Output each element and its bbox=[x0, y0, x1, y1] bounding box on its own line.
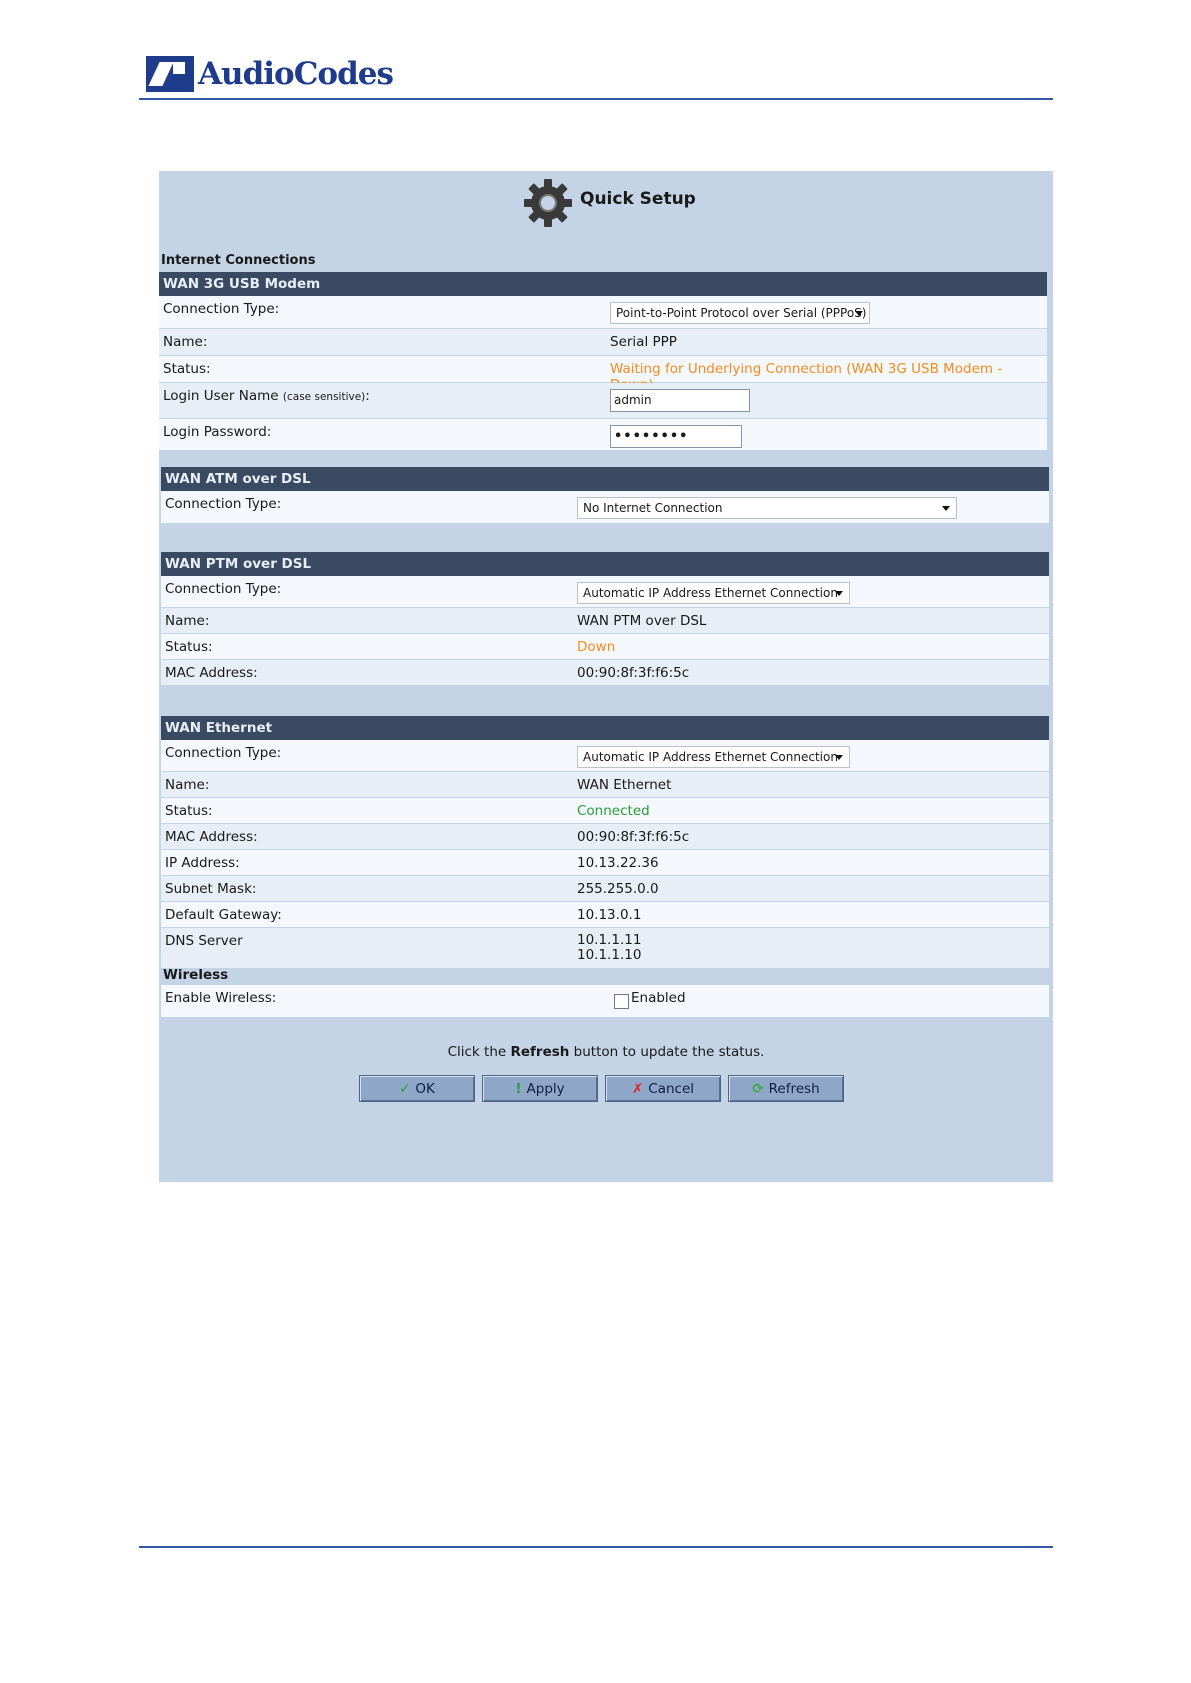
ip-value: 10.13.22.36 bbox=[577, 855, 659, 871]
name-label: Name: bbox=[163, 334, 208, 350]
login-password-label: Login Password: bbox=[163, 424, 272, 440]
status-label: Status: bbox=[163, 361, 211, 377]
chevron-down-icon bbox=[835, 591, 843, 596]
wan-ethernet-section: WAN Ethernet Connection Type: Automatic … bbox=[161, 716, 1049, 969]
name-label: Name: bbox=[165, 613, 210, 629]
wan-atm-section: WAN ATM over DSL Connection Type: No Int… bbox=[161, 467, 1049, 524]
page-title: Quick Setup bbox=[580, 189, 696, 209]
dns-label: DNS Server bbox=[165, 933, 243, 949]
connection-type-row: Connection Type: Point-to-Point Protocol… bbox=[159, 296, 1047, 329]
footer-rule bbox=[139, 1546, 1053, 1548]
section-title: WAN ATM over DSL bbox=[161, 467, 1049, 491]
subnet-label: Subnet Mask: bbox=[165, 881, 257, 897]
audiocodes-logo-mark bbox=[146, 56, 194, 92]
enable-wireless-label: Enable Wireless: bbox=[165, 990, 277, 1006]
name-row: Name: WAN PTM over DSL bbox=[161, 608, 1049, 634]
wireless-heading: Wireless bbox=[163, 967, 229, 983]
header-rule bbox=[139, 98, 1053, 100]
login-user-row: Login User Name (case sensitive): admin bbox=[159, 383, 1047, 419]
enable-wireless-checkbox[interactable] bbox=[614, 994, 629, 1009]
status-row: Status: Down bbox=[161, 634, 1049, 660]
status-row: Status: Waiting for Underlying Connectio… bbox=[159, 356, 1047, 393]
ok-button[interactable]: ✓ OK bbox=[359, 1075, 475, 1102]
name-label: Name: bbox=[165, 777, 210, 793]
exclamation-icon: ! bbox=[515, 1080, 522, 1097]
chevron-down-icon bbox=[855, 311, 863, 316]
cross-icon: ✗ bbox=[631, 1080, 644, 1097]
connection-type-row: Connection Type: Automatic IP Address Et… bbox=[161, 576, 1049, 608]
section-title: WAN PTM over DSL bbox=[161, 552, 1049, 576]
section-title: WAN Ethernet bbox=[161, 716, 1049, 740]
name-value: WAN Ethernet bbox=[577, 777, 672, 793]
connection-type-select[interactable]: Point-to-Point Protocol over Serial (PPP… bbox=[610, 302, 870, 324]
connection-type-row: Connection Type: No Internet Connection bbox=[161, 491, 1049, 524]
login-user-label: Login User Name (case sensitive): bbox=[163, 388, 370, 404]
ip-row: IP Address: 10.13.22.36 bbox=[161, 850, 1049, 876]
apply-button[interactable]: ! Apply bbox=[482, 1075, 598, 1102]
connection-type-label: Connection Type: bbox=[165, 745, 282, 761]
quick-setup-panel: Quick Setup Internet Connections WAN 3G … bbox=[159, 171, 1053, 1182]
connection-type-label: Connection Type: bbox=[165, 496, 282, 512]
connection-type-label: Connection Type: bbox=[163, 301, 280, 317]
mac-row: MAC Address: 00:90:8f:3f:f6:5c bbox=[161, 824, 1049, 850]
gateway-row: Default Gateway: 10.13.0.1 bbox=[161, 902, 1049, 928]
chevron-down-icon bbox=[835, 755, 843, 760]
gateway-value: 10.13.0.1 bbox=[577, 907, 642, 923]
status-row: Status: Connected bbox=[161, 798, 1049, 824]
subnet-value: 255.255.0.0 bbox=[577, 881, 659, 897]
name-value: Serial PPP bbox=[610, 334, 677, 350]
cancel-button[interactable]: ✗ Cancel bbox=[605, 1075, 721, 1102]
connection-type-row: Connection Type: Automatic IP Address Et… bbox=[161, 740, 1049, 772]
connection-type-select[interactable]: No Internet Connection bbox=[577, 497, 957, 519]
login-password-input[interactable]: •••••••• bbox=[610, 425, 742, 448]
mac-value: 00:90:8f:3f:f6:5c bbox=[577, 665, 690, 681]
wan-ptm-section: WAN PTM over DSL Connection Type: Automa… bbox=[161, 552, 1049, 686]
dns-primary: 10.1.1.11 bbox=[577, 932, 642, 948]
status-label: Status: bbox=[165, 803, 213, 819]
enabled-label: Enabled bbox=[631, 990, 686, 1006]
mac-value: 00:90:8f:3f:f6:5c bbox=[577, 829, 690, 845]
title-area: Quick Setup bbox=[159, 171, 1053, 251]
name-row: Name: WAN Ethernet bbox=[161, 772, 1049, 798]
mac-label: MAC Address: bbox=[165, 665, 258, 681]
ip-label: IP Address: bbox=[165, 855, 240, 871]
status-value: Connected bbox=[577, 803, 650, 819]
login-password-row: Login Password: •••••••• bbox=[159, 419, 1047, 451]
checkmark-icon: ✓ bbox=[399, 1080, 411, 1097]
mac-label: MAC Address: bbox=[165, 829, 258, 845]
gear-icon bbox=[524, 179, 572, 227]
status-value: Down bbox=[577, 639, 616, 655]
connection-type-label: Connection Type: bbox=[165, 581, 282, 597]
refresh-button[interactable]: ⟳ Refresh bbox=[728, 1075, 844, 1102]
logo-text: AudioCodes bbox=[198, 56, 394, 92]
wireless-section: Enable Wireless: Enabled bbox=[161, 985, 1049, 1018]
section-title: WAN 3G USB Modem bbox=[159, 272, 1047, 296]
connection-type-select[interactable]: Automatic IP Address Ethernet Connection bbox=[577, 582, 850, 604]
dns-secondary: 10.1.1.10 bbox=[577, 947, 642, 963]
gateway-label: Default Gateway: bbox=[165, 907, 282, 923]
chevron-down-icon bbox=[942, 506, 950, 511]
connection-type-select[interactable]: Automatic IP Address Ethernet Connection bbox=[577, 746, 850, 768]
enable-wireless-row: Enable Wireless: Enabled bbox=[161, 985, 1049, 1018]
audiocodes-logo: AudioCodes bbox=[146, 56, 394, 92]
dns-values: 10.1.1.11 10.1.1.10 bbox=[577, 933, 641, 963]
status-label: Status: bbox=[165, 639, 213, 655]
name-row: Name: Serial PPP bbox=[159, 329, 1047, 356]
subnet-row: Subnet Mask: 255.255.0.0 bbox=[161, 876, 1049, 902]
refresh-hint: Click the Refresh button to update the s… bbox=[447, 1044, 765, 1060]
dns-row: DNS Server 10.1.1.11 10.1.1.10 bbox=[161, 928, 1049, 969]
internet-connections-heading: Internet Connections bbox=[161, 253, 316, 268]
wan-3g-section: WAN 3G USB Modem Connection Type: Point-… bbox=[159, 272, 1047, 451]
name-value: WAN PTM over DSL bbox=[577, 613, 707, 629]
refresh-icon: ⟳ bbox=[752, 1080, 764, 1097]
login-user-input[interactable]: admin bbox=[610, 389, 750, 412]
mac-row: MAC Address: 00:90:8f:3f:f6:5c bbox=[161, 660, 1049, 686]
